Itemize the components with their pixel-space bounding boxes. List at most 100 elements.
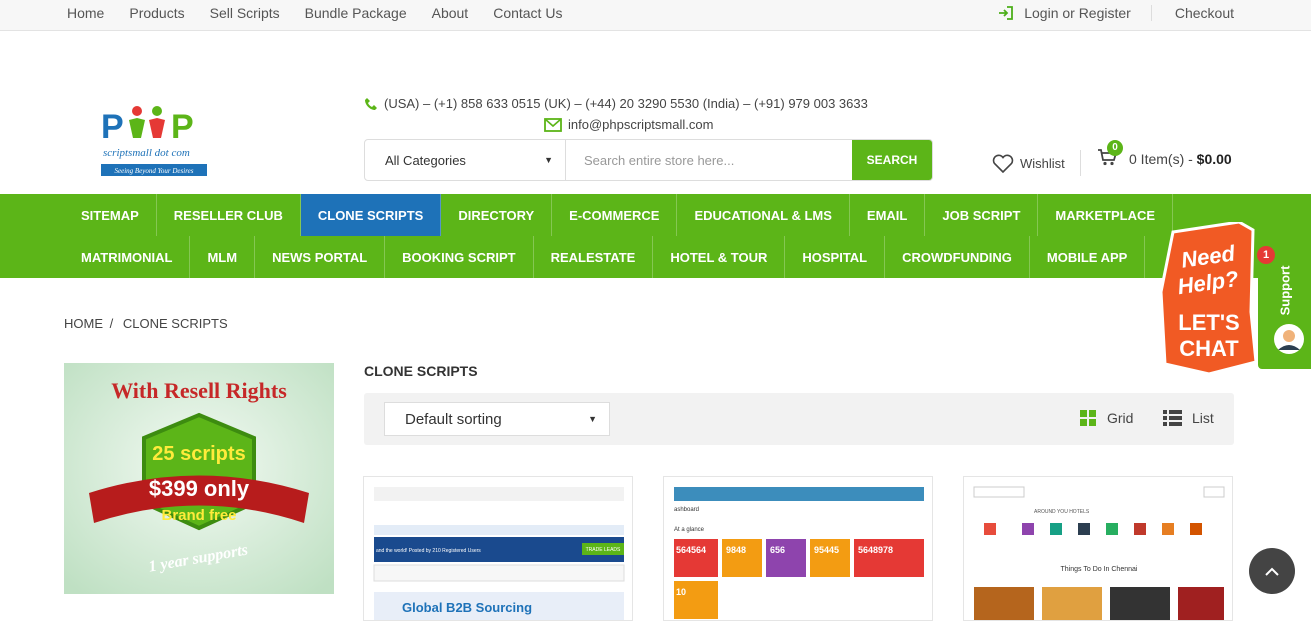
site-logo[interactable]: P P scriptsmall dot com Seeing Beyond Yo… bbox=[101, 78, 209, 178]
sort-select[interactable]: Default sorting ▼ bbox=[384, 402, 610, 436]
search-bar: All Categories ▼ SEARCH bbox=[364, 139, 933, 181]
search-input[interactable] bbox=[566, 140, 852, 180]
nav-item-mlm[interactable]: MLM bbox=[190, 236, 256, 278]
breadcrumb-current: CLONE SCRIPTS bbox=[122, 316, 228, 331]
login-link[interactable]: Login or Register bbox=[998, 5, 1152, 21]
promo-banner[interactable]: With Resell Rights 25 scripts $399 only … bbox=[64, 363, 334, 594]
nav-item-reseller-club[interactable]: RESELLER CLUB bbox=[157, 194, 301, 236]
tile-value: 656 bbox=[770, 545, 785, 555]
product-button-text: TRADE LEADS bbox=[586, 547, 621, 553]
product-toolbar: Default sorting ▼ Grid List bbox=[364, 393, 1234, 445]
tile-value: 95445 bbox=[814, 545, 839, 555]
nav-item-news-portal[interactable]: NEWS PORTAL bbox=[255, 236, 386, 278]
top-link-contact-us[interactable]: Contact Us bbox=[493, 5, 562, 21]
chat-notification-badge: 1 bbox=[1257, 246, 1275, 264]
cart-summary[interactable]: 0 0 Item(s) - $0.00 bbox=[1097, 139, 1232, 179]
nav-item-ecommerce[interactable]: E-COMMERCE bbox=[552, 194, 678, 236]
caret-down-icon: ▼ bbox=[544, 155, 553, 165]
list-view-toggle[interactable]: List bbox=[1163, 410, 1214, 426]
cart-items-text: 0 Item(s) - bbox=[1129, 151, 1193, 167]
cart-count-badge: 0 bbox=[1107, 139, 1123, 156]
tile-value: 9848 bbox=[726, 545, 746, 555]
nav-row-2: MATRIMONIAL MLM NEWS PORTAL BOOKING SCRI… bbox=[0, 236, 1311, 278]
nav-item-matrimonial[interactable]: MATRIMONIAL bbox=[64, 236, 191, 278]
support-label: Support bbox=[1277, 265, 1293, 316]
top-link-home[interactable]: Home bbox=[67, 5, 104, 21]
header: P P scriptsmall dot com Seeing Beyond Yo… bbox=[0, 31, 1311, 194]
grid-icon bbox=[1080, 410, 1096, 426]
checkout-link[interactable]: Checkout bbox=[1152, 5, 1234, 21]
chevron-up-icon bbox=[1265, 567, 1279, 576]
nav-item-directory[interactable]: DIRECTORY bbox=[441, 194, 553, 236]
product-caption: ashboard bbox=[674, 507, 699, 513]
top-link-about[interactable]: About bbox=[432, 5, 469, 21]
grid-label: Grid bbox=[1107, 410, 1134, 426]
nav-item-educational-lms[interactable]: EDUCATIONAL & LMS bbox=[677, 194, 850, 236]
chat-line-3: LET'S bbox=[1178, 310, 1239, 335]
top-link-sell-scripts[interactable]: Sell Scripts bbox=[210, 5, 280, 21]
section-title: CLONE SCRIPTS bbox=[364, 363, 478, 379]
product-caption: Global B2B Sourcing bbox=[402, 600, 532, 615]
nav-item-sitemap[interactable]: SITEMAP bbox=[64, 194, 157, 236]
product-card[interactable]: ashboard At a glance 564564 9848 656 954… bbox=[663, 476, 933, 621]
category-selected: All Categories bbox=[385, 152, 466, 168]
wishlist-link[interactable]: Wishlist bbox=[992, 150, 1081, 176]
cart-total: $0.00 bbox=[1196, 151, 1232, 167]
nav-item-crowdfunding[interactable]: CROWDFUNDING bbox=[885, 236, 1030, 278]
chat-line-4: CHAT bbox=[1179, 336, 1239, 361]
nav-item-realestate[interactable]: REALESTATE bbox=[534, 236, 654, 278]
phone-numbers: (USA) – (+1) 858 633 0515 (UK) – (+44) 2… bbox=[384, 96, 868, 111]
breadcrumb: HOME / CLONE SCRIPTS bbox=[64, 316, 228, 331]
tile-value: 10 bbox=[676, 587, 686, 597]
product-banner-text: and the world! Posted by 210 Registered … bbox=[376, 548, 481, 554]
breadcrumb-separator: / bbox=[109, 316, 114, 331]
svg-text:P: P bbox=[171, 108, 194, 146]
product-caption: Things To Do In Chennai bbox=[1061, 566, 1138, 573]
main-nav: SITEMAP RESELLER CLUB CLONE SCRIPTS DIRE… bbox=[0, 194, 1311, 278]
sort-selected: Default sorting bbox=[405, 410, 502, 428]
svg-text:P: P bbox=[101, 108, 124, 146]
nav-item-hotel-tour[interactable]: HOTEL & TOUR bbox=[653, 236, 786, 278]
nav-item-job-script[interactable]: JOB SCRIPT bbox=[925, 194, 1039, 236]
contact-info: (USA) – (+1) 858 633 0515 (UK) – (+44) 2… bbox=[364, 93, 868, 135]
top-links: Home Products Sell Scripts Bundle Packag… bbox=[67, 5, 587, 21]
envelope-icon bbox=[544, 117, 562, 132]
email-row: info@phpscriptsmall.com bbox=[544, 114, 868, 135]
nav-item-mobile-app[interactable]: MOBILE APP bbox=[1030, 236, 1146, 278]
phone-icon bbox=[365, 97, 377, 110]
nav-item-booking-script[interactable]: BOOKING SCRIPT bbox=[385, 236, 534, 278]
grid-view-toggle[interactable]: Grid bbox=[1080, 410, 1133, 426]
nav-row-1: SITEMAP RESELLER CLUB CLONE SCRIPTS DIRE… bbox=[0, 194, 1311, 236]
category-select[interactable]: All Categories ▼ bbox=[365, 140, 566, 180]
agent-avatar-icon bbox=[1274, 324, 1304, 354]
list-label: List bbox=[1192, 410, 1214, 426]
top-link-bundle-package[interactable]: Bundle Package bbox=[305, 5, 407, 21]
nav-item-hospital[interactable]: HOSPITAL bbox=[785, 236, 886, 278]
top-right: Login or Register Checkout bbox=[998, 5, 1234, 21]
product-subcaption: AROUND YOU HOTELS bbox=[1034, 509, 1090, 515]
nav-item-email[interactable]: EMAIL bbox=[850, 194, 926, 236]
svg-text:scriptsmall dot com: scriptsmall dot com bbox=[103, 147, 190, 159]
product-card[interactable]: and the world! Posted by 210 Registered … bbox=[363, 476, 633, 621]
banner-headline: With Resell Rights bbox=[111, 378, 287, 403]
phone-row: (USA) – (+1) 858 633 0515 (UK) – (+44) 2… bbox=[364, 93, 868, 114]
banner-brand: Brand free bbox=[161, 507, 236, 524]
banner-scripts: 25 scripts bbox=[152, 443, 245, 465]
top-bar: Home Products Sell Scripts Bundle Packag… bbox=[0, 0, 1311, 31]
scroll-to-top-button[interactable] bbox=[1249, 548, 1295, 594]
cart-icon: 0 bbox=[1097, 139, 1129, 171]
live-chat-widget[interactable]: Need Help? LET'S CHAT bbox=[1159, 220, 1258, 376]
wishlist-label: Wishlist bbox=[1020, 155, 1065, 171]
tile-value: 5648978 bbox=[858, 545, 893, 555]
tile-value: 564564 bbox=[676, 545, 706, 555]
nav-item-clone-scripts[interactable]: CLONE SCRIPTS bbox=[300, 194, 442, 236]
breadcrumb-home[interactable]: HOME bbox=[64, 316, 103, 331]
heart-icon bbox=[992, 154, 1014, 173]
email-address[interactable]: info@phpscriptsmall.com bbox=[568, 117, 713, 132]
list-icon bbox=[1163, 410, 1182, 426]
product-card[interactable]: AROUND YOU HOTELS Things To Do In Chenna… bbox=[963, 476, 1233, 621]
search-button[interactable]: SEARCH bbox=[852, 140, 932, 180]
top-link-products[interactable]: Products bbox=[129, 5, 184, 21]
nav-item-marketplace[interactable]: MARKETPLACE bbox=[1038, 194, 1174, 236]
login-label: Login or Register bbox=[1024, 5, 1131, 21]
